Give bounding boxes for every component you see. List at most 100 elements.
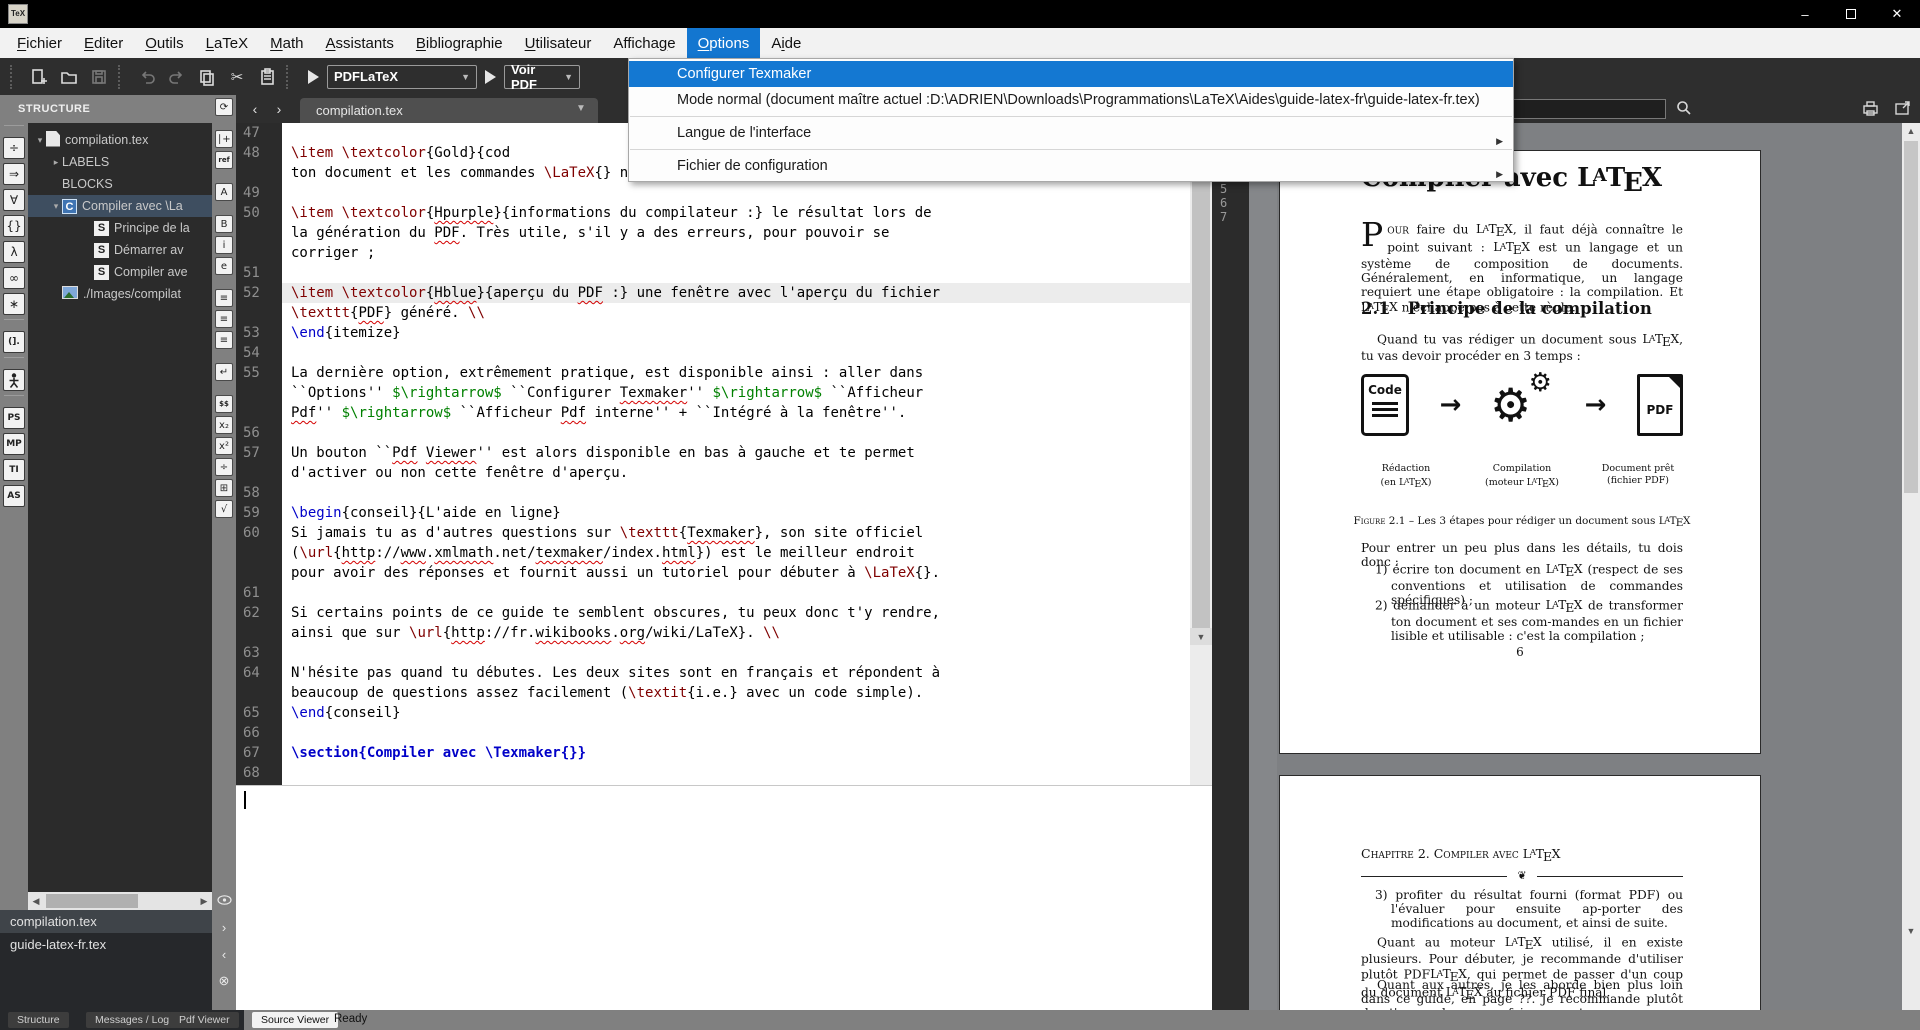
code-line[interactable]: \end{conseil} [282, 703, 1190, 723]
close-log-icon[interactable]: ⊗ [212, 971, 236, 991]
pdf-vertical-scrollbar[interactable]: ▲ ▼ [1902, 123, 1920, 1010]
tree-item-chapter[interactable]: ▾CCompiler avec \La [28, 195, 212, 217]
cut-button[interactable]: ✂ [222, 62, 252, 92]
code-line[interactable]: d'activer ou non cette fenêtre d'aperçu. [282, 463, 1190, 483]
menu-fichier[interactable]: Fichier [6, 28, 73, 58]
compile-command-select[interactable]: PDFLaTeX ▼ [327, 65, 477, 89]
delimiters-icon[interactable]: {} [3, 215, 25, 237]
open-file-compilation.tex[interactable]: compilation.tex [0, 910, 212, 933]
pdf-viewer-button[interactable]: Pdf Viewer [170, 1012, 239, 1028]
save-button[interactable] [84, 62, 114, 92]
menu-aide[interactable]: Aide [760, 28, 812, 58]
code-line[interactable]: Pdf'' $\rightarrow$ ``Afficheur Pdf inte… [282, 403, 1190, 423]
tree-item-image[interactable]: ./Images/compilat [28, 283, 212, 305]
ref-icon[interactable]: ref [215, 151, 233, 169]
next-document-button[interactable]: › [268, 99, 290, 119]
menu-editer[interactable]: Editer [73, 28, 134, 58]
emph-icon[interactable]: e [215, 257, 233, 275]
scroll-left-icon[interactable]: ◀ [28, 892, 44, 910]
expand-log-icon[interactable]: › [212, 917, 236, 937]
minimize-button[interactable]: – [1782, 0, 1828, 28]
tree-item-section[interactable]: SCompiler ave [28, 261, 212, 283]
undo-button[interactable] [132, 62, 162, 92]
maximize-button[interactable] [1828, 0, 1874, 28]
menu-outils[interactable]: Outils [134, 28, 194, 58]
refresh-structure-icon[interactable]: ⟳ [215, 98, 233, 116]
messages-log-button[interactable]: Messages / Log [86, 1012, 178, 1028]
menu-bibliographie[interactable]: Bibliographie [405, 28, 514, 58]
code-line[interactable]: Un bouton ``Pdf Viewer'' est alors dispo… [282, 443, 1190, 463]
view-command-select[interactable]: Voir PDF ▼ [504, 65, 580, 89]
arrow-symbols-icon[interactable]: ⇒ [3, 163, 25, 185]
code-line[interactable]: ``Options'' $\rightarrow$ ``Configurer T… [282, 383, 1190, 403]
tikz-icon[interactable]: TI [3, 459, 25, 481]
tree-item-section[interactable]: SDémarrer av [28, 239, 212, 261]
relation-symbols-icon[interactable]: ÷ [3, 137, 25, 159]
code-line[interactable]: corriger ; [282, 243, 1190, 263]
open-file-button[interactable] [54, 62, 84, 92]
menu-latex[interactable]: LaTeX [195, 28, 260, 58]
code-line[interactable] [282, 763, 1190, 783]
splitter-handle[interactable] [1249, 123, 1277, 1010]
pstricks-icon[interactable]: PS [3, 407, 25, 429]
scrollbar-thumb[interactable] [1904, 141, 1918, 493]
chevron-right-icon[interactable]: ▸ [50, 157, 62, 168]
matrix-icon[interactable]: ⊞ [215, 479, 233, 497]
code-line[interactable]: \texttt{PDF} généré. \\ [282, 303, 1190, 323]
tab-compilation-tex[interactable]: compilation.tex [300, 98, 598, 123]
menu-assistants[interactable]: Assistants [315, 28, 405, 58]
tree-item-document[interactable]: ▾compilation.tex [28, 129, 212, 151]
metapost-icon[interactable]: MP [3, 433, 25, 455]
scrollbar-thumb[interactable] [1192, 123, 1210, 628]
collapse-log-icon[interactable]: ‹ [212, 944, 236, 964]
tab-list-chevron-icon[interactable]: ▼ [576, 103, 586, 114]
code-line[interactable]: (\url{http://www.xmlmath.net/texmaker/in… [282, 543, 1190, 563]
align-right-icon[interactable]: ≡ [215, 331, 233, 349]
eye-icon[interactable] [212, 890, 236, 910]
menu-options[interactable]: Options [687, 28, 761, 58]
pdf-search-button[interactable] [1676, 100, 1692, 121]
chevron-down-icon[interactable]: ▾ [34, 135, 46, 146]
scroll-up-icon[interactable]: ▲ [1902, 123, 1920, 139]
asymptote-icon[interactable]: AS [3, 485, 25, 507]
code-line[interactable]: N'hésite pas quand tu débutes. Les deux … [282, 663, 1190, 683]
new-file-button[interactable] [24, 62, 54, 92]
external-viewer-button[interactable] [1894, 100, 1911, 121]
code-line[interactable] [282, 343, 1190, 363]
scroll-right-icon[interactable]: ▶ [196, 892, 212, 910]
code-line[interactable] [282, 183, 1190, 203]
tree-item-blocks[interactable]: BLOCKS [28, 173, 212, 195]
menu-item-mode[interactable]: Mode normal (document maître actuel :D:\… [629, 87, 1513, 113]
structure-button[interactable]: Structure [8, 1012, 69, 1028]
code-line[interactable] [282, 723, 1190, 743]
previous-document-button[interactable]: ‹ [244, 99, 266, 119]
code-line[interactable]: \item \textcolor{Hpurple}{informations d… [282, 203, 1190, 223]
fraction-icon[interactable]: ÷ [215, 458, 233, 476]
code-line[interactable]: ainsi que sur \url{http://fr.wikibooks.o… [282, 623, 1190, 643]
code-line[interactable] [282, 583, 1190, 603]
greek-letters-icon[interactable]: λ [3, 241, 25, 263]
code-line[interactable] [282, 483, 1190, 503]
code-line[interactable]: \begin{conseil}{L'aide en ligne} [282, 503, 1190, 523]
scrollbar-thumb[interactable] [46, 894, 138, 908]
code-line[interactable]: la génération du PDF. Très utile, s'il y… [282, 223, 1190, 243]
italic-icon[interactable]: i [215, 236, 233, 254]
menu-item-fichier[interactable]: Fichier de configuration▶ [629, 153, 1513, 179]
tree-item-section[interactable]: SPrincipe de la [28, 217, 212, 239]
favourite-symbols-icon[interactable]: ∗ [3, 293, 25, 315]
code-line[interactable]: \item \textcolor{Hblue}{aperçu du PDF :}… [282, 283, 1190, 303]
menu-item-langue[interactable]: Langue de l'interface▶ [629, 120, 1513, 146]
redo-button[interactable] [162, 62, 192, 92]
editor-vertical-scrollbar[interactable]: ▼ [1190, 123, 1212, 785]
scroll-down-icon[interactable]: ▼ [1190, 628, 1212, 645]
paste-button[interactable] [252, 62, 282, 92]
code-line[interactable]: \section{Compiler avec \Texmaker{}} [282, 743, 1190, 763]
structure-horizontal-scrollbar[interactable]: ◀ ▶ [28, 892, 212, 910]
editor-code-area[interactable]: \item \textcolor{Gold}{codton document e… [282, 123, 1190, 785]
misc-symbols-icon[interactable]: ∀ [3, 189, 25, 211]
print-pdf-button[interactable] [1862, 100, 1879, 121]
newline-icon[interactable]: ↵ [215, 363, 233, 381]
scroll-down-icon[interactable]: ▼ [1902, 923, 1920, 939]
sqrt-icon[interactable]: √ [215, 500, 233, 518]
code-line[interactable]: La dernière option, extrêmement pratique… [282, 363, 1190, 383]
